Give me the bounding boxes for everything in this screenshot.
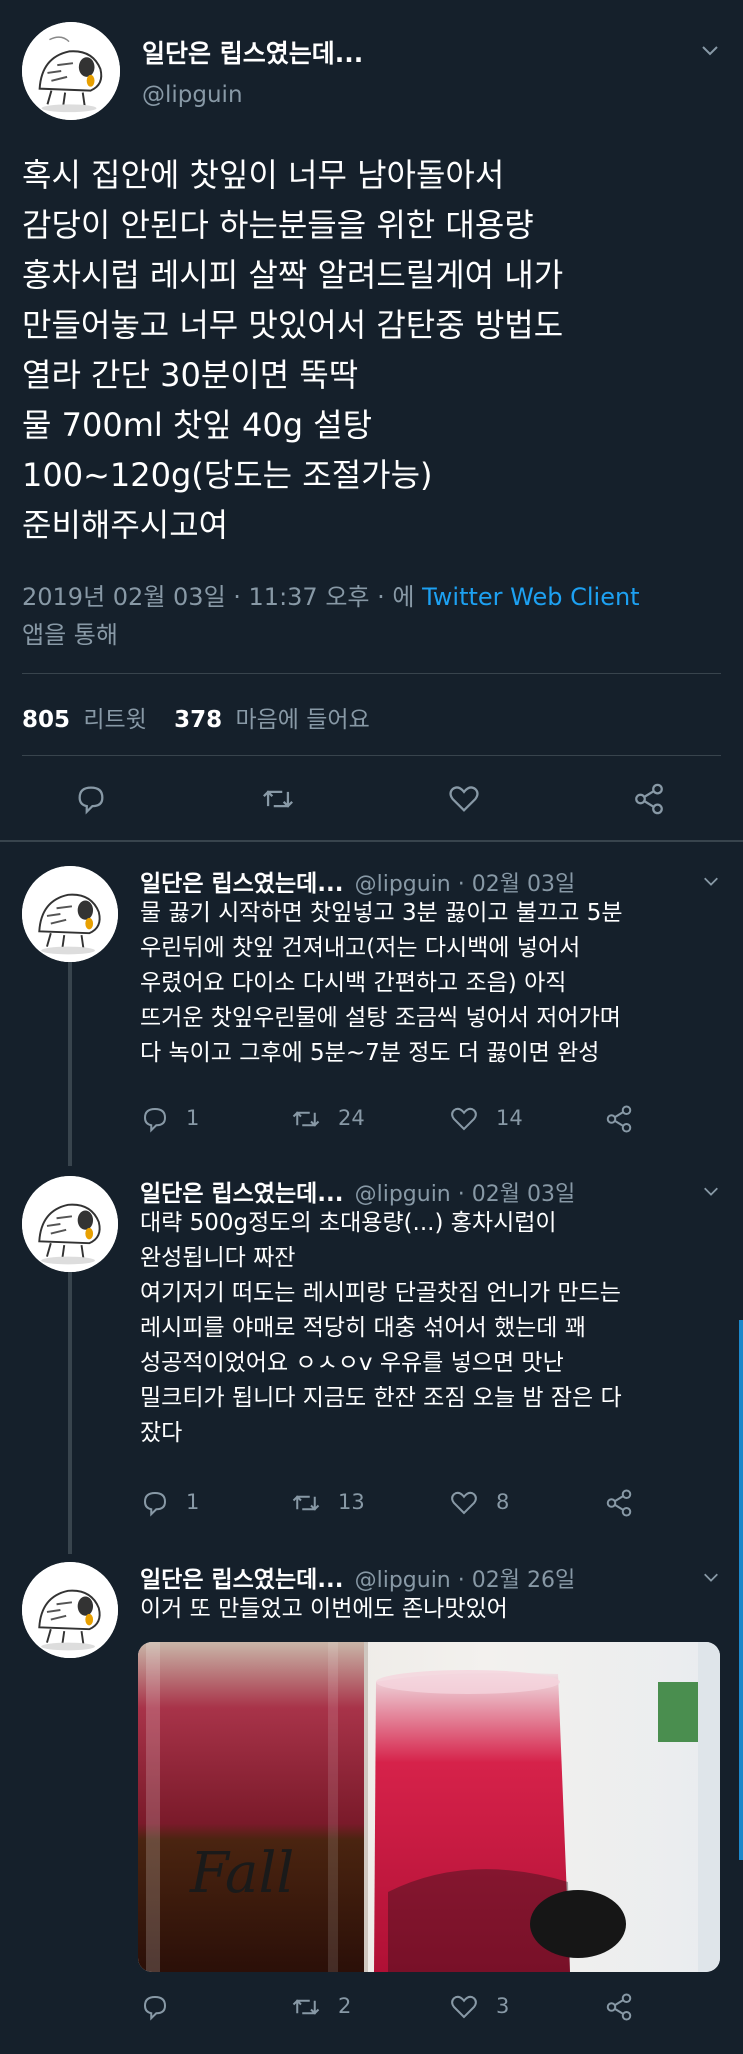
share-icon[interactable]: [632, 782, 666, 816]
reply-header: 일단은 립스였는데... @lipguin · 02월 03일: [140, 864, 575, 898]
client-link[interactable]: Twitter Web Client: [422, 583, 640, 611]
reply-icon[interactable]: [140, 1488, 170, 1518]
handle-date[interactable]: @lipguin · 02월 03일: [355, 1182, 576, 1207]
thread-line: [68, 962, 72, 1166]
thread-line: [68, 1272, 72, 1554]
retweet-count: 24: [338, 1106, 365, 1130]
like-icon[interactable]: [446, 782, 482, 816]
like-icon[interactable]: [448, 1488, 480, 1518]
reply-header: 일단은 립스였는데... @lipguin · 02월 03일: [140, 1174, 575, 1208]
tweet-meta: 2019년 02월 03일 · 11:37 오후 · 에 Twitter Web…: [22, 578, 722, 654]
like-count: 3: [496, 1994, 510, 2018]
retweet-icon[interactable]: [259, 782, 297, 816]
reply-text: 이거 또 만들었고 이번에도 존나맛있어: [140, 1596, 508, 1622]
bottle-label: Fall: [189, 1841, 294, 1906]
like-icon[interactable]: [448, 1104, 480, 1134]
likes-count[interactable]: 378: [174, 707, 222, 733]
retweet-count: 2: [338, 1994, 352, 2018]
chevron-down-icon[interactable]: [702, 872, 720, 890]
like-count: 14: [496, 1106, 523, 1130]
retweet-icon[interactable]: [290, 1104, 322, 1134]
handle-date[interactable]: @lipguin · 02월 03일: [355, 872, 576, 897]
display-name[interactable]: 일단은 립스였는데...: [140, 871, 344, 897]
reply-icon[interactable]: [140, 1992, 170, 2022]
retweets-count[interactable]: 805: [22, 707, 70, 733]
reply-count: 1: [186, 1490, 200, 1514]
tweet-stats: 805 리트윗 378 마음에 들어요: [22, 700, 370, 734]
avatar[interactable]: [22, 1176, 118, 1272]
reply-icon[interactable]: [140, 1104, 170, 1134]
like-icon[interactable]: [448, 1992, 480, 2022]
share-icon[interactable]: [604, 1992, 634, 2022]
share-icon[interactable]: [604, 1488, 634, 1518]
divider: [22, 755, 721, 756]
handle[interactable]: @lipguin: [142, 82, 243, 108]
reply-count: 1: [186, 1106, 200, 1130]
avatar[interactable]: [22, 866, 118, 962]
chevron-down-icon[interactable]: [702, 1182, 720, 1200]
chevron-down-icon[interactable]: [702, 1568, 720, 1586]
reply-text: 대략 500g정도의 초대용량(...) 홍차시럽이 완성됩니다 짜잔 여기저기…: [140, 1210, 622, 1446]
chevron-down-icon[interactable]: [700, 40, 720, 60]
retweet-icon[interactable]: [290, 1488, 322, 1518]
display-name[interactable]: 일단은 립스였는데...: [142, 34, 363, 70]
reply-header: 일단은 립스였는데... @lipguin · 02월 26일: [140, 1560, 575, 1594]
avatar[interactable]: [22, 1562, 118, 1658]
timestamp[interactable]: 2019년 02월 03일 · 11:37 오후 · 에: [22, 583, 422, 611]
divider: [0, 840, 743, 842]
tweet-text: 혹시 집안에 찻잎이 너무 남아돌아서 감당이 안된다 하는분들을 위한 대용량…: [22, 156, 564, 544]
divider: [22, 673, 721, 674]
reply-icon[interactable]: [74, 782, 108, 816]
retweets-label[interactable]: 리트윗: [83, 707, 146, 733]
avatar[interactable]: [22, 22, 120, 120]
reply-text: 물 끓기 시작하면 찻잎넣고 3분 끓이고 불끄고 5분 우린뒤에 찻잎 건져내…: [140, 900, 623, 1066]
tweet-photo[interactable]: Fall: [138, 1642, 720, 1972]
scrollbar[interactable]: [739, 1320, 743, 1860]
like-count: 8: [496, 1490, 510, 1514]
retweet-count: 13: [338, 1490, 365, 1514]
handle-date[interactable]: @lipguin · 02월 26일: [355, 1568, 576, 1593]
display-name[interactable]: 일단은 립스였는데...: [140, 1567, 344, 1593]
share-icon[interactable]: [604, 1104, 634, 1134]
display-name[interactable]: 일단은 립스였는데...: [140, 1181, 344, 1207]
via-suffix: 앱을 통해: [22, 621, 118, 649]
retweet-icon[interactable]: [290, 1992, 322, 2022]
likes-label[interactable]: 마음에 들어요: [235, 707, 369, 733]
